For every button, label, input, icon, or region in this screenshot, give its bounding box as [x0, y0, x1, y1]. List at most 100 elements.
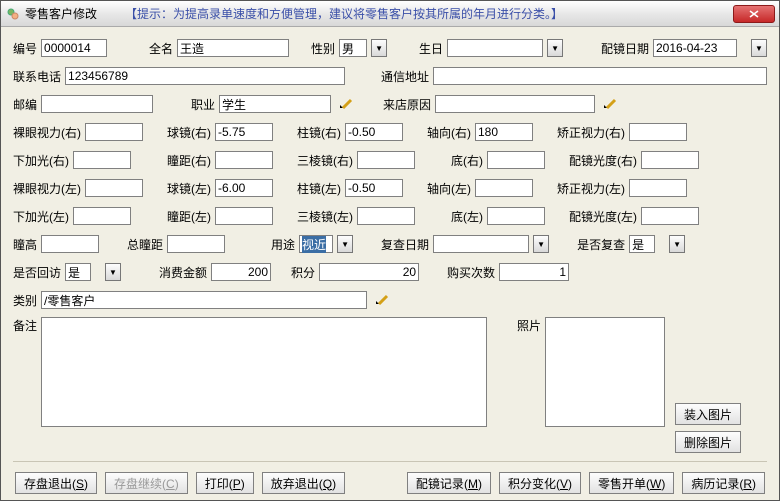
point-change-button[interactable]: 积分变化(V): [499, 472, 581, 494]
job-picker-icon[interactable]: [335, 96, 357, 112]
amount-input[interactable]: [211, 263, 271, 281]
prismR-input[interactable]: [357, 151, 415, 169]
nvL-input[interactable]: [85, 179, 143, 197]
use-input[interactable]: 视近: [299, 235, 333, 253]
birthday-dropdown[interactable]: ▼: [547, 39, 563, 57]
isrecheck-input[interactable]: [629, 235, 655, 253]
label-job: 职业: [191, 96, 215, 113]
prismL-input[interactable]: [357, 207, 415, 225]
window-title: 零售客户修改: [25, 5, 97, 22]
baseR-input[interactable]: [487, 151, 545, 169]
label-ph: 瞳高: [13, 236, 37, 253]
label-fitdate: 配镜日期: [601, 40, 649, 57]
cvaR-input[interactable]: [629, 123, 687, 141]
fitdate-input[interactable]: [653, 39, 737, 57]
nvR-input[interactable]: [85, 123, 143, 141]
label-id: 编号: [13, 40, 37, 57]
label-baseL: 底(左): [451, 208, 483, 225]
label-name: 全名: [149, 40, 173, 57]
label-pdR: 瞳距(右): [167, 152, 211, 169]
label-phone: 联系电话: [13, 68, 61, 85]
sex-input[interactable]: [339, 39, 367, 57]
sex-dropdown[interactable]: ▼: [371, 39, 387, 57]
label-zip: 邮编: [13, 96, 37, 113]
reason-input[interactable]: [435, 95, 595, 113]
app-icon: [5, 6, 21, 22]
label-notes: 备注: [13, 317, 37, 453]
callback-dropdown[interactable]: ▼: [105, 263, 121, 281]
footer: 存盘退出(S) 存盘继续(C) 打印(P) 放弃退出(Q) 配镜记录(M) 积分…: [13, 472, 767, 496]
close-button[interactable]: [733, 5, 775, 23]
phone-input[interactable]: [65, 67, 345, 85]
job-input[interactable]: [219, 95, 331, 113]
recheck-input[interactable]: [433, 235, 529, 253]
sale-order-button[interactable]: 零售开单(W): [589, 472, 674, 494]
content: 编号 全名 性别 ▼ 生日 ▼ 配镜日期 ▼ 联系电话 通信地址: [1, 27, 779, 500]
label-addR: 下加光(右): [13, 152, 69, 169]
zip-input[interactable]: [41, 95, 153, 113]
ldR-input[interactable]: [641, 151, 699, 169]
pdL-input[interactable]: [215, 207, 273, 225]
load-photo-button[interactable]: 装入图片: [675, 403, 741, 425]
history-button[interactable]: 病历记录(R): [682, 472, 765, 494]
label-callback: 是否回访: [13, 264, 61, 281]
save-exit-button[interactable]: 存盘退出(S): [15, 472, 97, 494]
pdR-input[interactable]: [215, 151, 273, 169]
label-cvaL: 矫正视力(左): [557, 180, 625, 197]
recheck-dropdown[interactable]: ▼: [533, 235, 549, 253]
ldL-input[interactable]: [641, 207, 699, 225]
save-continue-button: 存盘继续(C): [105, 472, 188, 494]
use-dropdown[interactable]: ▼: [337, 235, 353, 253]
fitdate-dropdown[interactable]: ▼: [751, 39, 767, 57]
label-cvaR: 矫正视力(右): [557, 124, 625, 141]
callback-input[interactable]: [65, 263, 91, 281]
fit-record-button[interactable]: 配镜记录(M): [407, 472, 491, 494]
label-reason: 来店原因: [383, 96, 431, 113]
addR-input[interactable]: [73, 151, 131, 169]
isrecheck-dropdown[interactable]: ▼: [669, 235, 685, 253]
label-pdL: 瞳距(左): [167, 208, 211, 225]
axisL-input[interactable]: [475, 179, 533, 197]
cvaL-input[interactable]: [629, 179, 687, 197]
buytimes-input[interactable]: [499, 263, 569, 281]
category-picker-icon[interactable]: [371, 292, 393, 308]
label-category: 类别: [13, 292, 37, 309]
label-nvR: 裸眼视力(右): [13, 124, 81, 141]
label-ldL: 配镜光度(左): [569, 208, 637, 225]
ph-input[interactable]: [41, 235, 99, 253]
reason-picker-icon[interactable]: [599, 96, 621, 112]
points-input[interactable]: [319, 263, 419, 281]
addL-input[interactable]: [73, 207, 131, 225]
label-sphL: 球镜(左): [167, 180, 211, 197]
label-birthday: 生日: [419, 40, 443, 57]
label-prismL: 三棱镜(左): [297, 208, 353, 225]
label-buytimes: 购买次数: [447, 264, 495, 281]
label-cylR: 柱镜(右): [297, 124, 341, 141]
photo-box: [545, 317, 665, 427]
cylR-input[interactable]: [345, 123, 403, 141]
sphR-input[interactable]: [215, 123, 273, 141]
label-use: 用途: [271, 236, 295, 253]
titlebar: 零售客户修改 【提示：为提高录单速度和方便管理，建议将零售客户按其所属的年月进行…: [1, 1, 779, 27]
abandon-button[interactable]: 放弃退出(Q): [262, 472, 345, 494]
print-button[interactable]: 打印(P): [196, 472, 254, 494]
label-recheck: 复查日期: [381, 236, 429, 253]
label-baseR: 底(右): [451, 152, 483, 169]
delete-photo-button[interactable]: 删除图片: [675, 431, 741, 453]
id-input[interactable]: [41, 39, 107, 57]
label-nvL: 裸眼视力(左): [13, 180, 81, 197]
birthday-input[interactable]: [447, 39, 543, 57]
label-addL: 下加光(左): [13, 208, 69, 225]
cylL-input[interactable]: [345, 179, 403, 197]
label-isrecheck: 是否复查: [577, 236, 625, 253]
baseL-input[interactable]: [487, 207, 545, 225]
axisR-input[interactable]: [475, 123, 533, 141]
label-photo: 照片: [517, 317, 541, 453]
totalpd-input[interactable]: [167, 235, 225, 253]
sphL-input[interactable]: [215, 179, 273, 197]
notes-textarea[interactable]: [41, 317, 487, 427]
window: 零售客户修改 【提示：为提高录单速度和方便管理，建议将零售客户按其所属的年月进行…: [0, 0, 780, 501]
name-input[interactable]: [177, 39, 289, 57]
addr-input[interactable]: [433, 67, 767, 85]
category-input[interactable]: [41, 291, 367, 309]
